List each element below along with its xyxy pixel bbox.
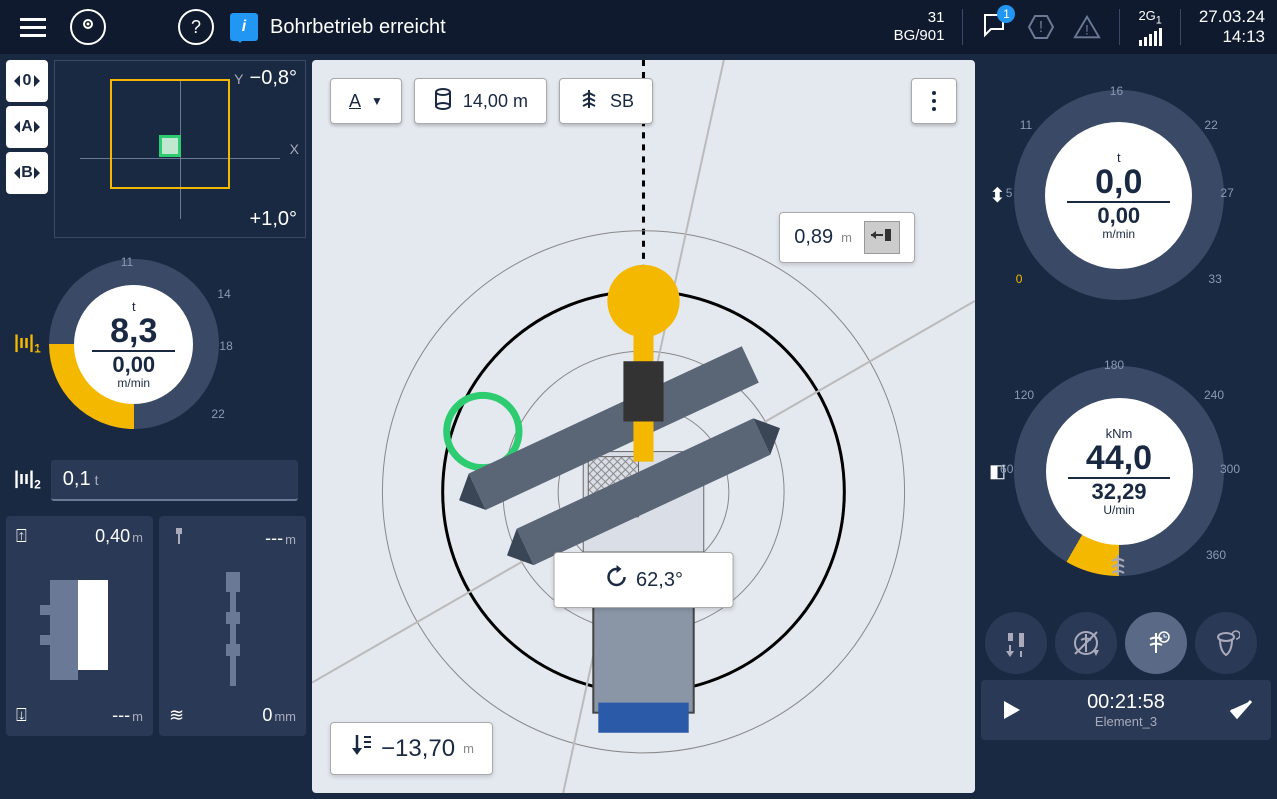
depth-down-icon xyxy=(349,733,373,764)
height-button[interactable]: 14,00 m xyxy=(414,78,547,124)
rig-view[interactable]: A ▼ 14,00 m SB 0,89m xyxy=(312,60,975,793)
timeline-bar: 00:21:58 Element_3 xyxy=(981,680,1271,740)
ref-b-button[interactable]: B xyxy=(6,152,48,194)
arrow-down-icon: ⍗ xyxy=(16,705,27,726)
distance-readout[interactable]: 0,89m xyxy=(779,212,915,263)
text-mode-button[interactable]: A ▼ xyxy=(330,78,402,124)
machine-id: 31 BG/901 xyxy=(894,9,945,45)
warning-triangle-icon: ! xyxy=(1073,13,1101,41)
menu-button[interactable] xyxy=(12,10,54,45)
inclination-panel: 0 A B X Y−0,8° +1,0° xyxy=(6,60,306,238)
confirm-button[interactable] xyxy=(1219,688,1263,732)
height-icon xyxy=(433,87,453,116)
play-button[interactable] xyxy=(989,688,1033,732)
status-message: i Bohrbetrieb erreicht xyxy=(230,13,878,41)
updown-icon: ⬍ xyxy=(989,183,1006,208)
zero-button[interactable]: 0 xyxy=(6,60,48,102)
y-angle-value: Y−0,8° xyxy=(234,67,297,90)
mode-sb-button[interactable]: SB xyxy=(559,78,653,124)
ref-a-button[interactable]: A xyxy=(6,106,48,148)
depth-panel-2: ---m ≋ 0mm xyxy=(159,516,306,736)
rotation-readout[interactable]: 62,3° xyxy=(553,552,734,608)
winch2-panel: |ıı|2 0,1t xyxy=(6,450,306,510)
rotate-icon xyxy=(604,565,628,595)
text-icon: A xyxy=(349,91,361,112)
spring-icon: ≋ xyxy=(169,705,184,726)
xy-graph[interactable]: X Y−0,8° +1,0° xyxy=(54,60,306,238)
distance-icon xyxy=(864,221,900,254)
user-icon[interactable] xyxy=(70,9,106,45)
more-menu-button[interactable] xyxy=(911,78,957,124)
mode-btn-1[interactable] xyxy=(985,612,1047,674)
winch1-gauge: t 8,3 0,00 m/min 11 7 3 0 14 18 22 xyxy=(49,259,219,429)
torque-gauge-panel: ◧ kNm 44,0 32,29 U/min 0 60 120 180 240 xyxy=(981,336,1271,606)
x-angle-value: +1,0° xyxy=(250,208,297,231)
drill-icon xyxy=(578,88,600,115)
top-bar: ? i Bohrbetrieb erreicht 31 BG/901 1 ! !… xyxy=(0,0,1277,54)
status-text: Bohrbetrieb erreicht xyxy=(270,16,446,39)
mode-btn-3[interactable] xyxy=(1125,612,1187,674)
svg-text:!: ! xyxy=(1039,19,1043,36)
warning-hex-icon: ! xyxy=(1027,13,1055,41)
mode-btn-4[interactable] xyxy=(1195,612,1257,674)
torque-gauge: kNm 44,0 32,29 U/min 0 60 120 180 240 30… xyxy=(1014,366,1224,576)
auger-icon xyxy=(1106,553,1130,582)
depth-panel-1: ⍐ 0,40m ⍗ ---m xyxy=(6,516,153,736)
arrow-up-icon: ⍐ xyxy=(16,526,27,547)
winch-gauge-panel: |ıı|1 t 8,3 0,00 m/min 11 7 3 0 14 18 xyxy=(6,244,306,444)
svg-text:!: ! xyxy=(1085,21,1089,37)
mode-btn-2[interactable] xyxy=(1055,612,1117,674)
winch2-value[interactable]: 0,1t xyxy=(51,460,298,501)
help-button[interactable]: ? xyxy=(178,9,214,45)
depth-readout[interactable]: −13,70m xyxy=(330,722,493,775)
winch2-label: |ıı|2 xyxy=(14,468,41,492)
load-gauge-panel: ⬍ t 0,0 0,00 m/min 0 5 11 16 22 27 xyxy=(981,60,1271,330)
time-info: 00:21:58 Element_3 xyxy=(1045,691,1207,729)
datetime: 27.03.24 14:13 xyxy=(1199,7,1265,48)
load-gauge: t 0,0 0,00 m/min 0 5 11 16 22 27 33 xyxy=(1014,90,1224,300)
info-icon: i xyxy=(230,13,258,41)
tool-icon xyxy=(169,526,189,551)
signal-indicator: 2G1 xyxy=(1138,8,1161,47)
notification-button[interactable]: 1 xyxy=(981,11,1009,44)
mode-buttons xyxy=(981,612,1271,674)
